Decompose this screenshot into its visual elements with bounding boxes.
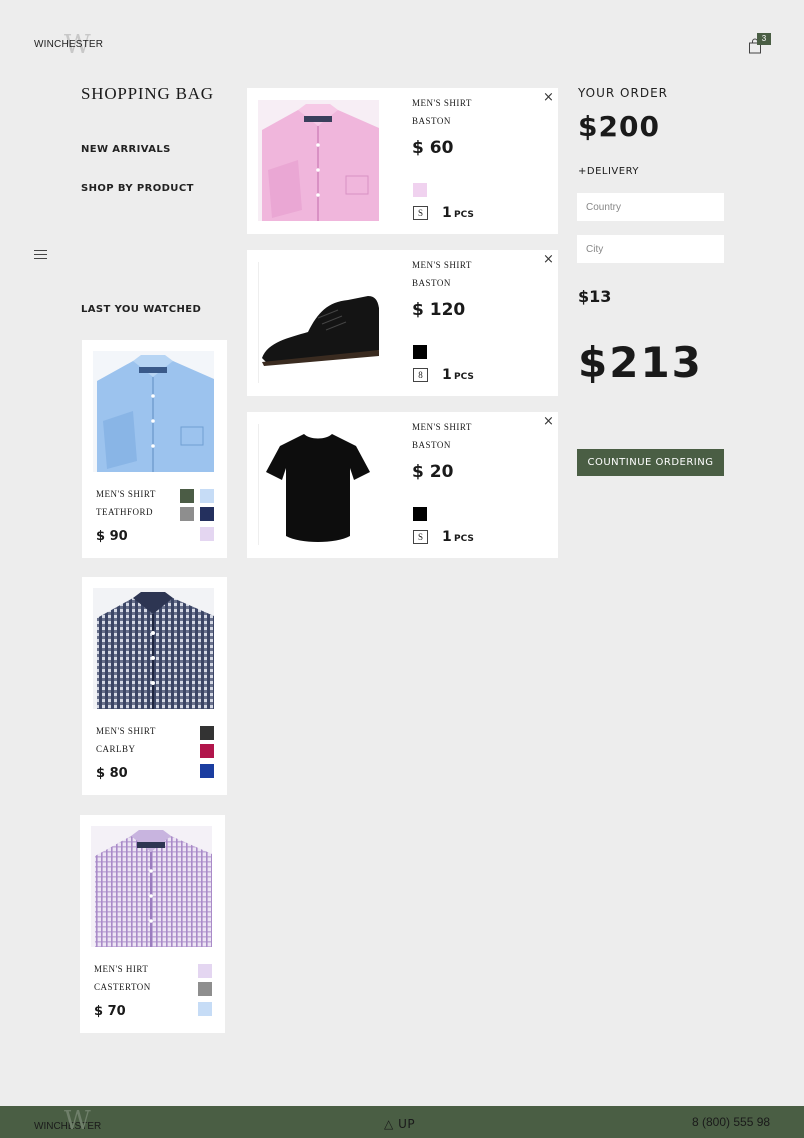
item-size[interactable]: S [413,206,428,220]
color-swatch[interactable] [180,507,194,521]
back-to-top-link[interactable]: △ UP [384,1117,415,1131]
watched-price: $ 80 [96,766,128,781]
item-name: BASTON [412,116,451,126]
color-swatch[interactable] [200,507,214,521]
page-title: SHOPPING BAG [81,84,214,103]
product-image-black-tshirt[interactable] [258,424,379,545]
watched-card[interactable]: MEN'S SHIRT CARLBY $ 80 [82,577,227,795]
item-size[interactable]: S [413,530,428,544]
product-image-navy-gingham-shirt[interactable] [93,588,214,709]
color-swatch[interactable] [198,964,212,978]
product-image-black-suede-shoe[interactable] [258,262,379,383]
item-color-swatch [413,507,427,521]
watched-card[interactable]: MEN'S HIRT CASTERTON $ 70 [80,815,225,1033]
item-quantity[interactable]: 1 [442,367,452,383]
watched-title: LAST YOU WATCHED [81,304,202,315]
footer: W WINCHESTER △ UP 8 (800) 555 98 [0,1106,804,1138]
color-swatch[interactable] [200,764,214,778]
watched-price: $ 90 [96,529,128,544]
color-swatch[interactable] [180,489,194,503]
watched-price: $ 70 [94,1004,126,1019]
item-unit: PCS [454,372,474,382]
footer-monogram: W [64,1106,91,1136]
watched-card[interactable]: MEN'S SHIRT TEATHFORD $ 90 [82,340,227,558]
country-input[interactable] [577,193,724,221]
bag-item: MEN'S SHIRT BASTON $ 60 S 1 PCS × [247,88,558,234]
continue-ordering-button[interactable]: COUNTINUE ORDERING [577,449,724,476]
cart-count-badge: 3 [757,33,771,45]
watched-name: TEATHFORD [96,507,154,517]
watched-name: CASTERTON [94,982,151,992]
close-icon[interactable]: × [543,414,554,429]
bag-item: MEN'S SHIRT BASTON $ 20 S 1 PCS × [247,412,558,558]
nav-shop-by-product[interactable]: SHOP BY PRODUCT [81,183,194,194]
color-swatch[interactable] [200,527,214,541]
bag-item: MEN'S SHIRT BASTON $ 120 8 1 PCS × [247,250,558,396]
close-icon[interactable]: × [543,90,554,105]
product-image-lavender-check-shirt[interactable] [91,826,212,947]
item-price: $ 120 [412,300,466,320]
order-total: $213 [578,338,703,387]
triangle-up-icon: △ [384,1117,394,1131]
order-subtotal: $200 [578,110,660,143]
item-name: BASTON [412,278,451,288]
item-color-swatch [413,345,427,359]
item-type: MEN'S SHIRT [412,98,472,108]
watched-type: MEN'S SHIRT [96,726,156,736]
item-quantity[interactable]: 1 [442,529,452,545]
footer-phone[interactable]: 8 (800) 555 98 [692,1115,770,1129]
nav-new-arrivals[interactable]: NEW ARRIVALS [81,144,171,155]
brand-logo[interactable]: W WINCHESTER [34,30,104,60]
color-swatch[interactable] [198,982,212,996]
close-icon[interactable]: × [543,252,554,267]
order-title: YOUR ORDER [578,86,668,100]
up-label: UP [398,1117,416,1131]
hamburger-menu-icon[interactable] [34,249,48,259]
item-color-swatch [413,183,427,197]
item-size[interactable]: 8 [413,368,428,382]
watched-type: MEN'S SHIRT [96,489,156,499]
item-unit: PCS [454,210,474,220]
color-swatch[interactable] [200,489,214,503]
item-price: $ 60 [412,138,454,158]
item-type: MEN'S SHIRT [412,260,472,270]
item-price: $ 20 [412,462,454,482]
brand-name: WINCHESTER [34,39,104,50]
product-image-pink-shirt[interactable] [258,100,379,221]
watched-type: MEN'S HIRT [94,964,149,974]
item-unit: PCS [454,534,474,544]
delivery-label: +DELIVERY [578,166,639,177]
color-swatch[interactable] [198,1002,212,1016]
delivery-cost: $13 [578,287,612,306]
city-input[interactable] [577,235,724,263]
footer-logo[interactable]: W WINCHESTER [34,1106,101,1136]
product-image-light-blue-shirt[interactable] [93,351,214,472]
item-name: BASTON [412,440,451,450]
item-quantity[interactable]: 1 [442,205,452,221]
color-swatch[interactable] [200,744,214,758]
item-type: MEN'S SHIRT [412,422,472,432]
watched-name: CARLBY [96,744,136,754]
color-swatch[interactable] [200,726,214,740]
